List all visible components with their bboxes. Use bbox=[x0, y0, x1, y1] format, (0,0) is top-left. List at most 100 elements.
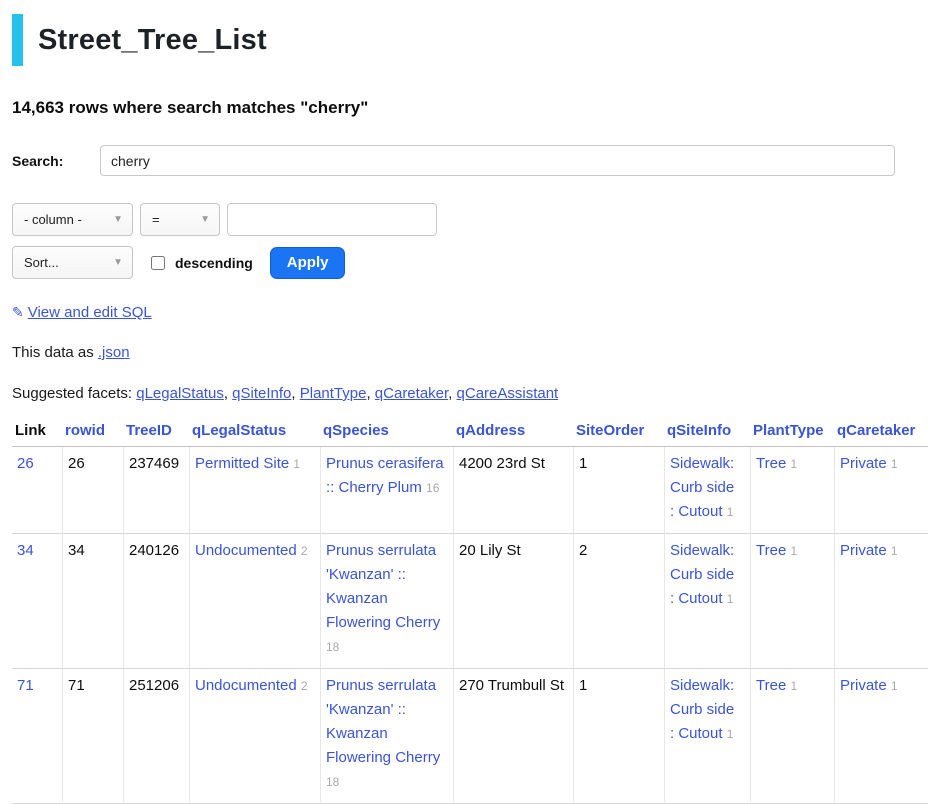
column-header-qlegalstatus[interactable]: qLegalStatus bbox=[189, 419, 320, 447]
cell-planttype: Tree 1 bbox=[750, 447, 834, 534]
chevron-down-icon: ▼ bbox=[113, 257, 123, 268]
cell-qcaretaker: Private 1 bbox=[834, 534, 928, 669]
cell-qlegalstatus: Undocumented 2 bbox=[189, 534, 320, 669]
column-header-qaddress[interactable]: qAddress bbox=[453, 419, 573, 447]
column-select-value: - column - bbox=[24, 212, 82, 227]
data-as-row: This data as .json bbox=[12, 344, 928, 361]
facet-value-link[interactable]: Undocumented bbox=[195, 542, 297, 559]
cell-rowid: 34 bbox=[62, 534, 123, 669]
cell-qaddress: 270 Trumbull St bbox=[453, 669, 573, 804]
facet-count: 1 bbox=[727, 592, 734, 606]
facet-value-link[interactable]: Tree bbox=[756, 677, 786, 694]
cell-qsiteinfo: Sidewalk: Curb side : Cutout 1 bbox=[664, 669, 750, 804]
facet-count: 1 bbox=[293, 457, 300, 471]
cell-qspecies: Prunus serrulata 'Kwanzan' :: Kwanzan Fl… bbox=[320, 534, 453, 669]
row-link[interactable]: 34 bbox=[17, 542, 34, 559]
column-header-qcaretaker[interactable]: qCaretaker bbox=[834, 419, 928, 447]
facet-value-link[interactable]: Sidewalk: Curb side : Cutout bbox=[670, 455, 734, 520]
cell-qcaretaker: Private 1 bbox=[834, 669, 928, 804]
cell-treeid: 237469 bbox=[123, 447, 189, 534]
column-header-qspecies[interactable]: qSpecies bbox=[320, 419, 453, 447]
search-form: Search: bbox=[12, 145, 928, 176]
cell-siteorder: 1 bbox=[573, 669, 664, 804]
column-header-planttype[interactable]: PlantType bbox=[750, 419, 834, 447]
cell-qcaretaker: Private 1 bbox=[834, 447, 928, 534]
cell-qsiteinfo: Sidewalk: Curb side : Cutout 1 bbox=[664, 447, 750, 534]
facet-value-link[interactable]: Prunus serrulata 'Kwanzan' :: Kwanzan Fl… bbox=[326, 677, 440, 766]
cell-planttype: Tree 1 bbox=[750, 669, 834, 804]
facets-prefix: Suggested facets: bbox=[12, 385, 136, 402]
cell-link: 71 bbox=[12, 669, 62, 804]
facet-value-link[interactable]: Tree bbox=[756, 542, 786, 559]
facet-link-qsiteinfo[interactable]: qSiteInfo bbox=[232, 385, 291, 402]
facet-link-qcaretaker[interactable]: qCaretaker bbox=[375, 385, 448, 402]
cell-qspecies: Prunus cerasifera :: Cherry Plum 16 bbox=[320, 447, 453, 534]
row-link[interactable]: 26 bbox=[17, 455, 34, 472]
cell-qsiteinfo: Sidewalk: Curb side : Cutout 1 bbox=[664, 534, 750, 669]
table-row: 26 26 237469 Permitted Site 1 Prunus cer… bbox=[12, 447, 928, 534]
sort-row: Sort... ▼ descending Apply bbox=[12, 246, 928, 279]
cell-qaddress: 4200 23rd St bbox=[453, 447, 573, 534]
descending-label: descending bbox=[175, 255, 253, 271]
column-header-qsiteinfo[interactable]: qSiteInfo bbox=[664, 419, 750, 447]
facet-count: 18 bbox=[326, 775, 339, 789]
column-header-treeid[interactable]: TreeID bbox=[123, 419, 189, 447]
filter-row: - column - ▼ = ▼ bbox=[12, 203, 928, 236]
cell-treeid: 251206 bbox=[123, 669, 189, 804]
page-header: Street_Tree_List bbox=[12, 14, 928, 66]
column-header-siteorder[interactable]: SiteOrder bbox=[573, 419, 664, 447]
facet-value-link[interactable]: Prunus serrulata 'Kwanzan' :: Kwanzan Fl… bbox=[326, 542, 440, 631]
facet-count: 18 bbox=[326, 640, 339, 654]
facet-value-link[interactable]: Private bbox=[840, 677, 887, 694]
facet-value-link[interactable]: Tree bbox=[756, 455, 786, 472]
facet-value-link[interactable]: Sidewalk: Curb side : Cutout bbox=[670, 542, 734, 607]
cell-treeid: 240126 bbox=[123, 534, 189, 669]
row-link[interactable]: 71 bbox=[17, 677, 34, 694]
cell-planttype: Tree 1 bbox=[750, 534, 834, 669]
json-link[interactable]: .json bbox=[98, 344, 130, 361]
facet-count: 1 bbox=[790, 457, 797, 471]
column-header-rowid[interactable]: rowid bbox=[62, 419, 123, 447]
row-count-summary: 14,663 rows where search matches "cherry… bbox=[12, 98, 928, 118]
facet-link-qlegalstatus[interactable]: qLegalStatus bbox=[136, 385, 224, 402]
operator-select[interactable]: = ▼ bbox=[140, 203, 220, 236]
chevron-down-icon: ▼ bbox=[200, 214, 210, 225]
facet-count: 1 bbox=[891, 544, 898, 558]
search-input[interactable] bbox=[100, 145, 895, 176]
sort-select[interactable]: Sort... ▼ bbox=[12, 246, 133, 279]
facet-value-link[interactable]: Private bbox=[840, 542, 887, 559]
facet-value-link[interactable]: Private bbox=[840, 455, 887, 472]
data-as-prefix: This data as bbox=[12, 344, 98, 361]
results-table: Link rowid TreeID qLegalStatus qSpecies … bbox=[12, 419, 928, 804]
facet-count: 2 bbox=[301, 544, 308, 558]
column-select[interactable]: - column - ▼ bbox=[12, 203, 133, 236]
apply-button[interactable]: Apply bbox=[270, 247, 346, 279]
view-edit-sql-link[interactable]: View and edit SQL bbox=[28, 304, 152, 321]
cell-link: 34 bbox=[12, 534, 62, 669]
search-label: Search: bbox=[12, 153, 100, 169]
filter-value-input[interactable] bbox=[227, 203, 437, 236]
table-header-row: Link rowid TreeID qLegalStatus qSpecies … bbox=[12, 419, 928, 447]
cell-link: 26 bbox=[12, 447, 62, 534]
facet-count: 1 bbox=[727, 505, 734, 519]
facet-count: 1 bbox=[727, 727, 734, 741]
facet-link-planttype[interactable]: PlantType bbox=[300, 385, 367, 402]
cell-siteorder: 2 bbox=[573, 534, 664, 669]
cell-qspecies: Prunus serrulata 'Kwanzan' :: Kwanzan Fl… bbox=[320, 669, 453, 804]
table-row: 34 34 240126 Undocumented 2 Prunus serru… bbox=[12, 534, 928, 669]
descending-checkbox[interactable] bbox=[151, 256, 165, 270]
operator-select-value: = bbox=[152, 212, 160, 227]
sort-select-value: Sort... bbox=[24, 255, 59, 270]
cell-rowid: 71 bbox=[62, 669, 123, 804]
cell-qaddress: 20 Lily St bbox=[453, 534, 573, 669]
facet-value-link[interactable]: Sidewalk: Curb side : Cutout bbox=[670, 677, 734, 742]
cell-qlegalstatus: Permitted Site 1 bbox=[189, 447, 320, 534]
page-title: Street_Tree_List bbox=[38, 24, 267, 57]
cell-qlegalstatus: Undocumented 2 bbox=[189, 669, 320, 804]
facet-link-qcareassistant[interactable]: qCareAssistant bbox=[457, 385, 559, 402]
facet-count: 1 bbox=[891, 457, 898, 471]
facet-value-link[interactable]: Permitted Site bbox=[195, 455, 289, 472]
cell-rowid: 26 bbox=[62, 447, 123, 534]
facet-value-link[interactable]: Undocumented bbox=[195, 677, 297, 694]
chevron-down-icon: ▼ bbox=[113, 214, 123, 225]
